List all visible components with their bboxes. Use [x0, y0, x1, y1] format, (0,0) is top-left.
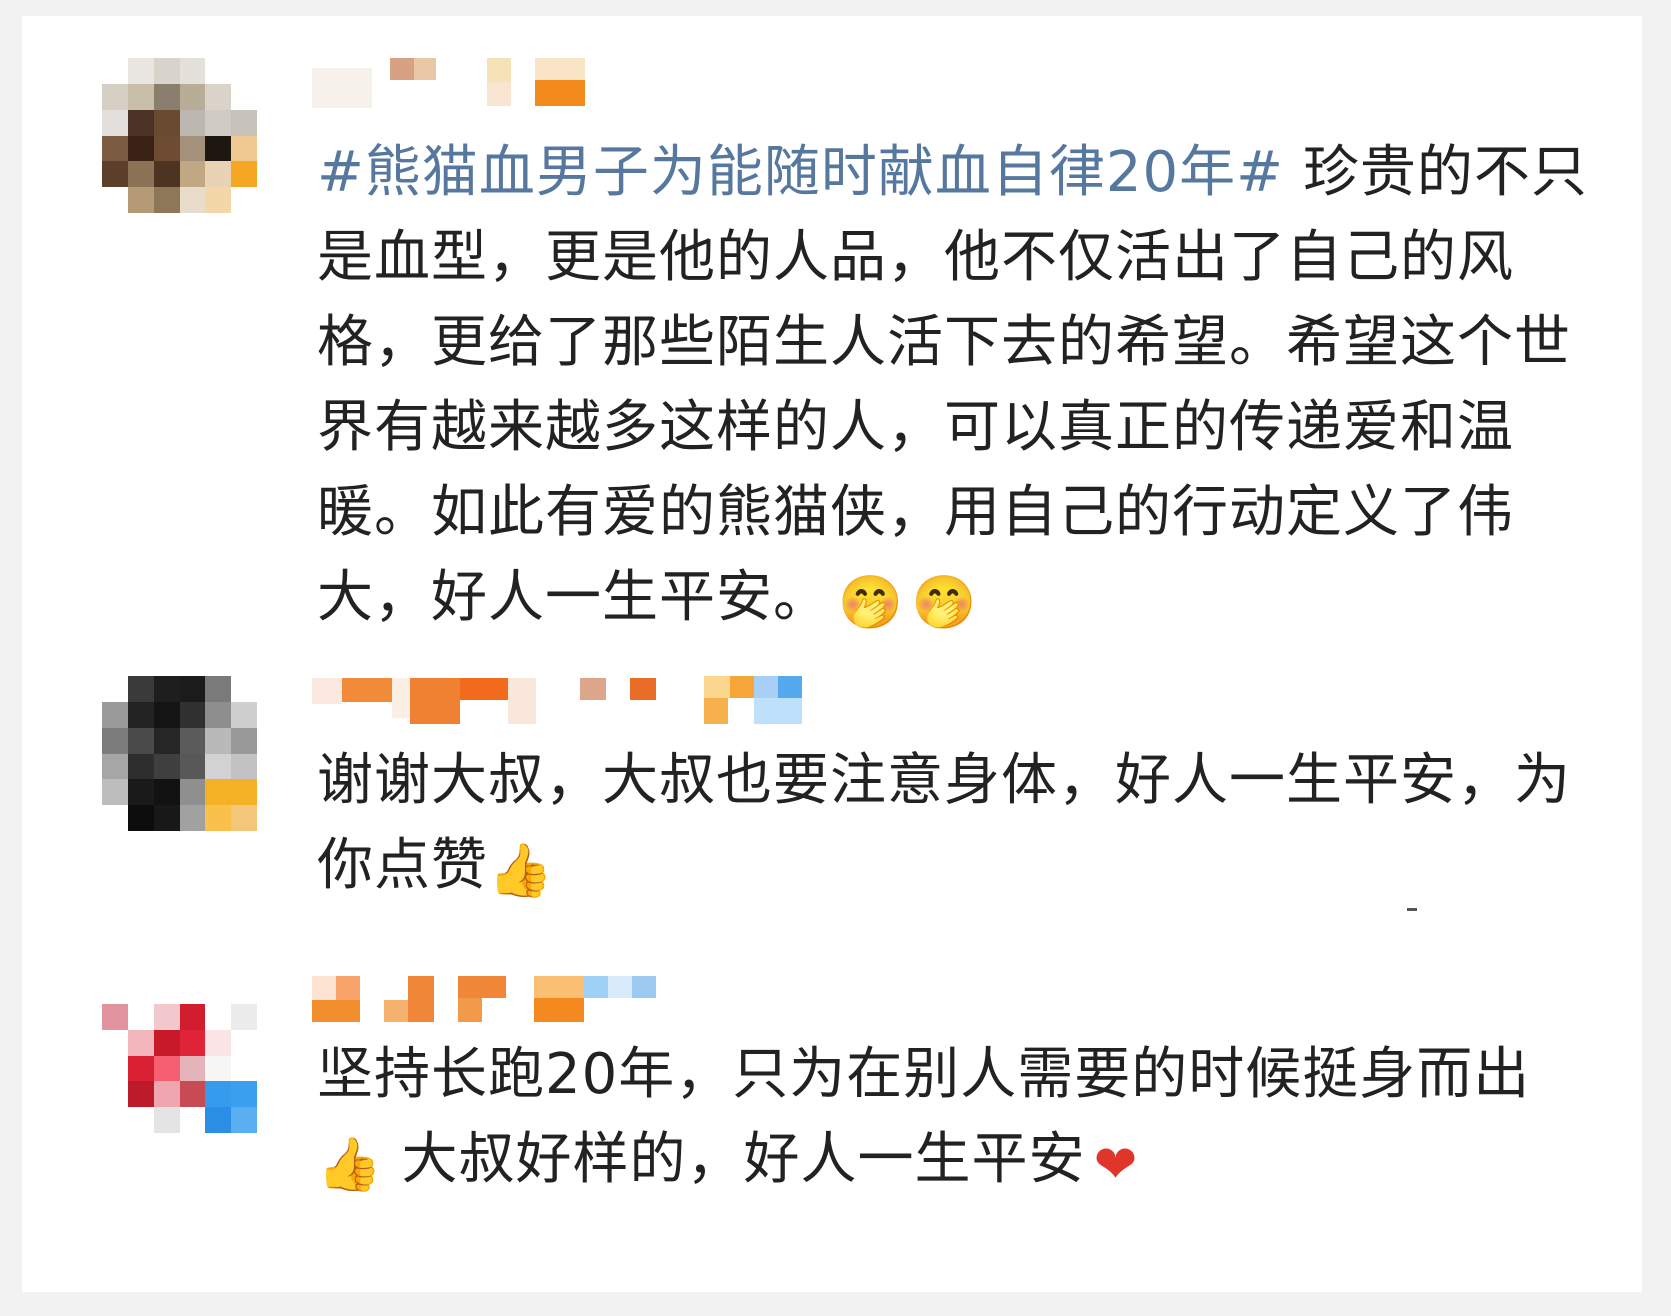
thumbs-up-emoji-icon: 👍	[488, 841, 554, 901]
comment-body: 坚持长跑20年，只为在别人需要的时候挺身而出	[317, 1042, 1531, 1107]
divider-mark	[1407, 908, 1417, 911]
comment-text: #熊猫血男子为能随时献血自律20年# 珍贵的不只是血型，更是他的人品，他不仅活出…	[317, 130, 1617, 646]
comment-text: 坚持长跑20年，只为在别人需要的时候挺身而出 👍 大叔好样的，好人一生平安 ❤	[317, 1032, 1617, 1208]
thumbs-up-emoji-icon: 👍	[317, 1135, 383, 1195]
username-blurred[interactable]	[312, 58, 832, 110]
heart-emoji-icon: ❤	[1093, 1135, 1139, 1195]
comment-body-continued: 大叔好样的，好人一生平安	[382, 1127, 1086, 1192]
shy-face-emoji-icon: 🤭	[911, 573, 978, 633]
username-blurred[interactable]	[312, 676, 832, 728]
shy-face-emoji-icon: 🤭	[838, 573, 904, 633]
avatar-blurred[interactable]	[102, 676, 257, 831]
comment-text: 谢谢大叔，大叔也要注意身体，好人一生平安，为你点赞👍	[317, 738, 1617, 914]
hashtag-link[interactable]: #熊猫血男子为能随时献血自律20年#	[317, 140, 1284, 205]
avatar-blurred[interactable]	[102, 58, 257, 213]
avatar-blurred[interactable]	[102, 978, 257, 1133]
comment-list: #熊猫血男子为能随时献血自律20年# 珍贵的不只是血型，更是他的人品，他不仅活出…	[22, 16, 1642, 1292]
username-blurred[interactable]	[312, 974, 832, 1026]
comment-body: 珍贵的不只是血型，更是他的人品，他不仅活出了自己的风格，更给了那些陌生人活下去的…	[317, 140, 1588, 630]
